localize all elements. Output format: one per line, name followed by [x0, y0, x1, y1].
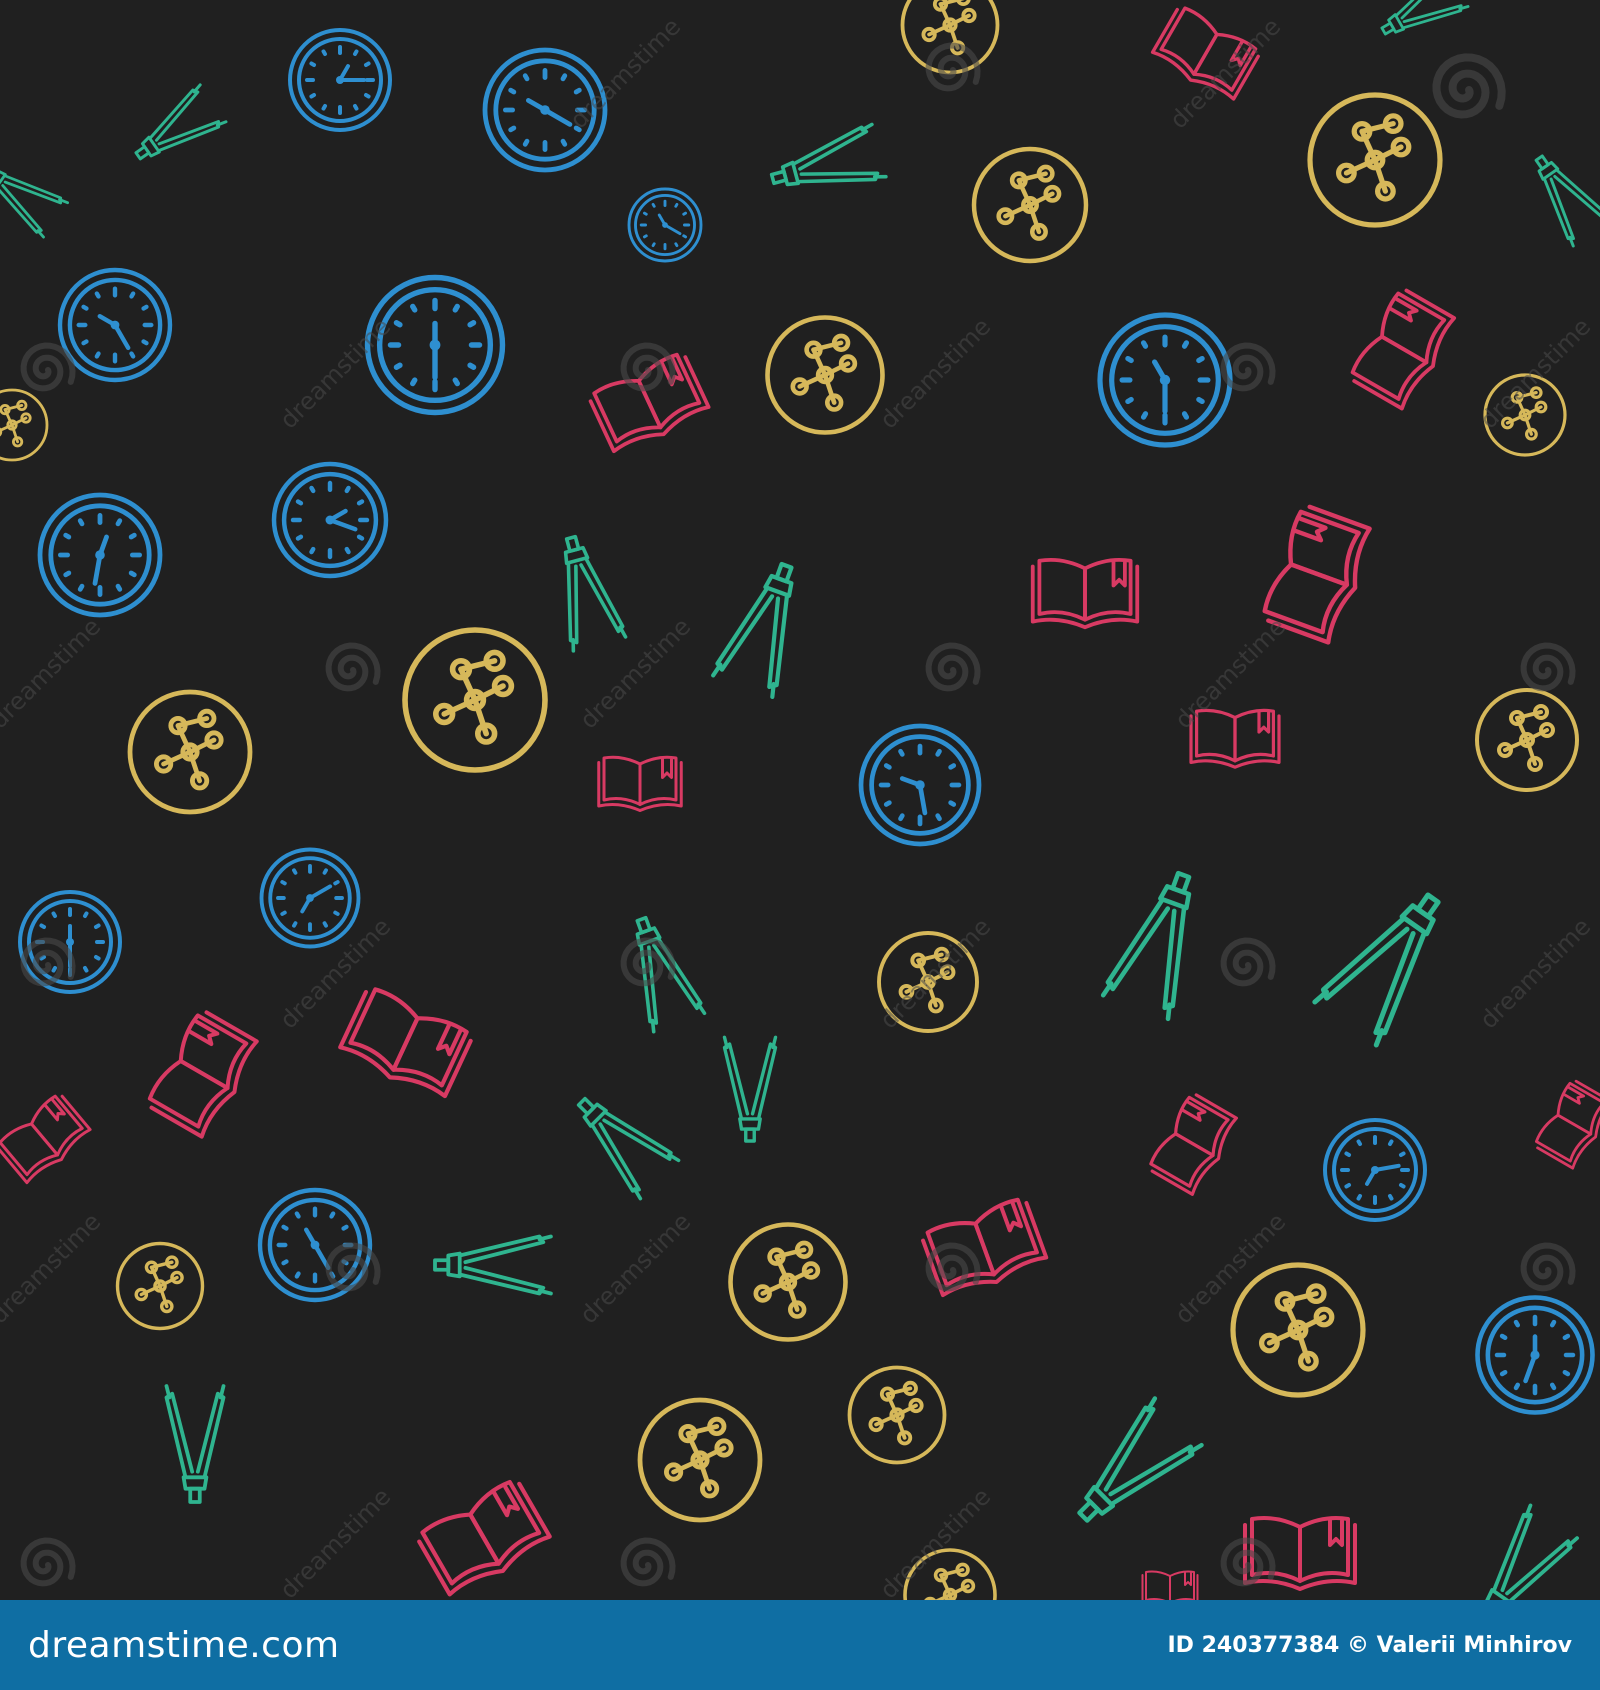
molecule-circle-icon — [765, 315, 885, 435]
watermark-text: dreamstime — [0, 1208, 106, 1330]
clock-icon — [259, 847, 361, 949]
watermark-spiral-icon — [925, 642, 981, 692]
open-book-icon — [597, 755, 683, 812]
molecule-circle-icon — [0, 388, 49, 462]
clock-icon — [37, 492, 163, 618]
clock-center — [306, 894, 314, 902]
molecule-circle-icon — [1230, 1262, 1366, 1398]
watermark-text: dreamstime — [574, 1208, 696, 1330]
watermark-spiral-icon — [1220, 937, 1276, 987]
drawing-compass-icon — [1100, 870, 1192, 1022]
image-credit: ID 240377384 © Valerii Minhirov — [1167, 1632, 1572, 1658]
drawing-compass-icon — [769, 122, 888, 187]
footer-bar: dreamstime.com ID 240377384 © Valerii Mi… — [0, 1600, 1600, 1690]
clock-icon — [288, 28, 392, 132]
watermark-text: dreamstime — [1474, 313, 1596, 435]
watermark-spiral-icon — [1432, 53, 1506, 119]
molecule-circle-icon — [127, 689, 253, 815]
drawing-compass-icon — [433, 1234, 553, 1296]
molecule-circle-icon — [1475, 688, 1579, 792]
drawing-compass-icon — [563, 534, 628, 653]
clock-center — [95, 550, 105, 560]
watermark-spiral-icon — [20, 342, 76, 392]
clock-center — [66, 938, 74, 946]
watermark-text: dreamstime — [574, 613, 696, 735]
drawing-compass-icon — [576, 1096, 681, 1201]
drawing-compass-icon — [164, 1384, 226, 1504]
clock-icon — [1323, 1118, 1427, 1222]
open-book-icon — [1149, 1093, 1238, 1196]
watermark-text: dreamstime — [1164, 13, 1286, 135]
clock-icon — [627, 187, 703, 263]
open-book-icon — [147, 1010, 259, 1139]
drawing-compass-icon — [134, 83, 228, 161]
drawing-compass-icon — [1380, 0, 1470, 36]
molecule-circle-icon — [728, 1222, 848, 1342]
icon-pattern: dreamstime dreamstime dreamstime dreamstime… — [0, 0, 1600, 1600]
watermark-text: dreamstime — [874, 313, 996, 435]
clock-center — [325, 515, 335, 525]
drawing-compass-icon — [0, 169, 69, 239]
clock-center — [429, 339, 441, 351]
clock-center — [310, 1240, 320, 1250]
open-book-icon — [338, 987, 473, 1099]
watermark-text: dreamstime — [1474, 913, 1596, 1035]
molecule-circle-icon — [971, 146, 1089, 264]
dreamstime-logo[interactable]: dreamstime.com — [28, 1625, 340, 1666]
watermark-spiral-icon — [620, 1537, 676, 1587]
open-book-icon — [588, 352, 711, 454]
clock-center — [915, 780, 925, 790]
drawing-compass-icon — [1312, 892, 1441, 1048]
molecule-circle-icon — [637, 1397, 763, 1523]
watermark-text: dreamstime — [874, 1483, 996, 1600]
open-book-icon — [1534, 1079, 1600, 1170]
clock-center — [540, 105, 550, 115]
molecule-circle-icon — [1307, 92, 1443, 228]
open-book-icon — [1030, 557, 1140, 630]
clock-icon — [858, 723, 982, 847]
drawing-compass-icon — [1485, 1503, 1580, 1600]
drawing-compass-icon — [1077, 1396, 1204, 1523]
open-book-icon — [1243, 1516, 1357, 1591]
watermark-text: dreamstime — [564, 13, 686, 135]
drawing-compass-icon — [1534, 154, 1600, 248]
watermark-spiral-icon — [1520, 1242, 1576, 1292]
molecule-circle-icon — [900, 0, 1000, 75]
open-book-icon — [0, 1094, 92, 1185]
clock-center — [336, 76, 344, 84]
open-book-icon — [417, 1479, 552, 1597]
watermark-text: dreamstime — [274, 313, 396, 435]
watermark-text: dreamstime — [274, 1483, 396, 1600]
watermark-spiral-icon — [20, 1537, 76, 1587]
clock-icon — [57, 267, 173, 383]
open-book-icon — [1350, 288, 1457, 411]
watermark-spiral-icon — [325, 642, 381, 692]
clock-icon — [1475, 1295, 1595, 1415]
pattern-canvas: dreamstime dreamstime dreamstime dreamstime… — [0, 0, 1600, 1600]
watermark-text: dreamstime — [0, 613, 106, 735]
open-book-icon — [1141, 1570, 1199, 1600]
clock-center — [1530, 1350, 1540, 1360]
clock-center — [110, 320, 120, 330]
clock-center — [1371, 1166, 1379, 1174]
clock-icon — [364, 274, 506, 416]
clock-center — [662, 222, 668, 228]
molecule-circle-icon — [847, 1365, 947, 1465]
drawing-compass-icon — [722, 1035, 778, 1143]
molecule-circle-icon — [115, 1241, 205, 1331]
clock-icon — [1097, 312, 1233, 448]
molecule-circle-icon — [402, 627, 548, 773]
clock-icon — [271, 461, 389, 579]
watermark-spiral-icon — [1520, 642, 1576, 692]
drawing-compass-icon — [711, 561, 794, 700]
clock-center — [1159, 374, 1171, 386]
watermark-spiral-icon — [1220, 1537, 1276, 1587]
